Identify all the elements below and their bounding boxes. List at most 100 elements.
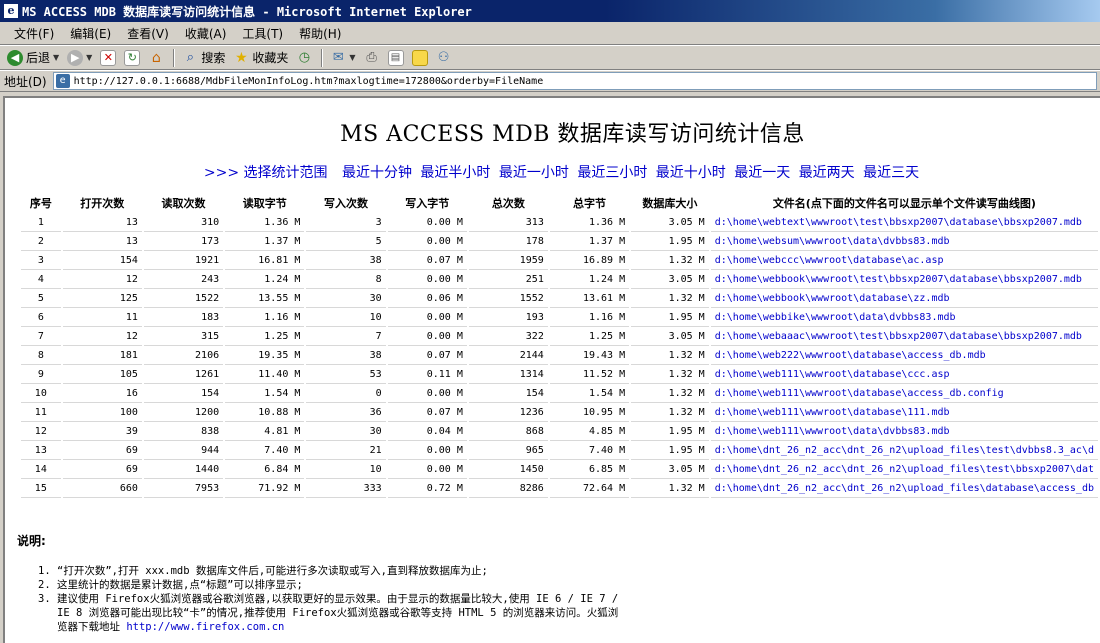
menu-file[interactable]: 文件(F): [6, 25, 62, 42]
cell-filename: d:\home\websum\wwwroot\data\dvbbs83.mdb: [710, 232, 1098, 251]
menu-bar: 文件(F) 编辑(E) 查看(V) 收藏(A) 工具(T) 帮助(H): [0, 22, 1100, 45]
firefox-download-link[interactable]: http://www.firefox.com.cn: [126, 621, 284, 633]
cell-write-count: 30: [306, 422, 386, 441]
note-item: 这里统计的数据是累计数据,点“标题”可以排序显示;: [57, 578, 625, 592]
cell-write-count: 21: [306, 441, 386, 460]
toolbar-separator: [173, 48, 176, 67]
cell-read-bytes: 1.54 M: [225, 384, 305, 403]
history-icon: ◷: [298, 50, 311, 65]
file-link[interactable]: d:\home\webbike\wwwroot\data\dvbbs83.mdb: [715, 312, 956, 323]
cell-total-count: 322: [468, 327, 548, 346]
file-link[interactable]: d:\home\webccc\wwwroot\database\ac.asp: [715, 255, 944, 266]
search-button[interactable]: ⌕ 搜索: [179, 47, 228, 69]
col-header-read-bytes[interactable]: 读取字节: [225, 193, 304, 213]
menu-tools[interactable]: 工具(T): [234, 25, 291, 42]
col-header-total-count[interactable]: 总次数: [469, 193, 548, 213]
table-body: 1 13 310 1.36 M 3 0.00 M 313 1.36 M 3.05 Md:\hom…: [21, 213, 1098, 498]
cell-read-count: 1522: [143, 289, 224, 308]
table-header-row: 序号 打开次数 读取次数 读取字节 写入次数 写入字节 总次数 总字节 数据库大…: [21, 193, 1098, 213]
cell-filename: d:\home\web222\wwwroot\database\access_d…: [710, 346, 1098, 365]
cell-total-bytes: 16.89 M: [549, 251, 630, 270]
cell-open-count: 12: [62, 327, 142, 346]
discuss-button[interactable]: [409, 47, 431, 69]
cell-filename: d:\home\web111\wwwroot\database\111.mdb: [710, 403, 1098, 422]
col-header-total-bytes[interactable]: 总字节: [550, 193, 629, 213]
menu-view[interactable]: 查看(V): [119, 25, 177, 42]
file-link[interactable]: d:\home\webtext\wwwroot\test\bbsxp2007\d…: [715, 217, 1082, 228]
file-link[interactable]: d:\home\web222\wwwroot\database\access_d…: [715, 350, 986, 361]
range-link-10h[interactable]: 最近十小时: [656, 165, 726, 181]
menu-favorites[interactable]: 收藏(A): [177, 25, 235, 42]
file-link[interactable]: d:\home\dnt_26_n2_acc\dnt_26_n2\upload_f…: [715, 445, 1094, 456]
table-row: 10 16 154 1.54 M 0 0.00 M 154 1.54 M 1.32 Md:\ho…: [21, 384, 1098, 403]
back-button[interactable]: ◀ 后退 ▼: [4, 47, 62, 69]
ie-icon: e: [4, 4, 18, 18]
cell-total-bytes: 1.16 M: [549, 308, 630, 327]
cell-write-bytes: 0.11 M: [387, 365, 467, 384]
forward-dropdown-icon[interactable]: ▼: [86, 53, 92, 62]
file-link[interactable]: d:\home\web111\wwwroot\database\111.mdb: [715, 407, 950, 418]
cell-open-count: 16: [62, 384, 142, 403]
forward-arrow-icon: ▶: [67, 49, 84, 66]
print-button[interactable]: ⎙: [361, 47, 383, 69]
range-link-3d[interactable]: 最近三天: [863, 165, 919, 181]
cell-db-size: 1.32 M: [631, 289, 709, 308]
cell-total-bytes: 1.36 M: [549, 213, 630, 232]
cell-seq: 14: [21, 460, 61, 479]
file-link[interactable]: d:\home\webbook\wwwroot\database\zz.mdb: [715, 293, 950, 304]
col-header-read-count[interactable]: 读取次数: [144, 193, 223, 213]
cell-filename: d:\home\dnt_26_n2_acc\dnt_26_n2\upload_f…: [710, 479, 1098, 498]
cell-seq: 12: [21, 422, 61, 441]
file-link[interactable]: d:\home\dnt_26_n2_acc\dnt_26_n2\upload_f…: [715, 464, 1094, 475]
edit-button[interactable]: ▤: [385, 47, 407, 69]
cell-total-bytes: 1.24 M: [549, 270, 630, 289]
cell-open-count: 154: [62, 251, 142, 270]
menu-edit[interactable]: 编辑(E): [62, 25, 119, 42]
stop-button[interactable]: ✕: [97, 47, 119, 69]
address-url[interactable]: http://127.0.0.1:6688/MdbFileMonInfoLog.…: [74, 76, 544, 87]
notes-list: “打开次数”,打开 xxx.mdb 数据库文件后,可能进行多次读取或写入,直到释…: [5, 564, 625, 634]
range-link-10min[interactable]: 最近十分钟: [342, 165, 412, 181]
menu-help[interactable]: 帮助(H): [291, 25, 349, 42]
file-link[interactable]: d:\home\web111\wwwroot\data\dvbbs83.mdb: [715, 426, 950, 437]
cell-total-count: 193: [468, 308, 548, 327]
range-link-1d[interactable]: 最近一天: [734, 165, 790, 181]
range-link-1h[interactable]: 最近一小时: [499, 165, 569, 181]
col-header-open-count[interactable]: 打开次数: [63, 193, 142, 213]
cell-read-count: 7953: [143, 479, 224, 498]
file-link[interactable]: d:\home\webbook\wwwroot\test\bbsxp2007\d…: [715, 274, 1082, 285]
col-header-seq[interactable]: 序号: [21, 193, 61, 213]
col-header-write-bytes[interactable]: 写入字节: [388, 193, 467, 213]
file-link[interactable]: d:\home\web111\wwwroot\database\access_d…: [715, 388, 1004, 399]
col-header-db-size[interactable]: 数据库大小: [631, 193, 709, 213]
file-link[interactable]: d:\home\websum\wwwroot\data\dvbbs83.mdb: [715, 236, 950, 247]
favorites-button[interactable]: ★ 收藏夹: [230, 47, 291, 69]
cell-seq: 9: [21, 365, 61, 384]
range-link-2d[interactable]: 最近两天: [799, 165, 855, 181]
col-header-write-count[interactable]: 写入次数: [306, 193, 385, 213]
cell-db-size: 1.32 M: [631, 251, 709, 270]
address-input[interactable]: e http://127.0.0.1:6688/MdbFileMonInfoLo…: [52, 72, 1097, 90]
home-button[interactable]: ⌂: [145, 47, 167, 69]
cell-db-size: 1.95 M: [631, 232, 709, 251]
mail-dropdown-icon[interactable]: ▼: [349, 53, 355, 62]
file-link[interactable]: d:\home\dnt_26_n2_acc\dnt_26_n2\upload_f…: [715, 483, 1094, 494]
cell-open-count: 13: [62, 213, 142, 232]
cell-write-count: 30: [306, 289, 386, 308]
refresh-icon: ↻: [124, 49, 141, 66]
back-dropdown-icon[interactable]: ▼: [53, 53, 59, 62]
range-link-3h[interactable]: 最近三小时: [577, 165, 647, 181]
range-link-30min[interactable]: 最近半小时: [420, 165, 490, 181]
history-button[interactable]: ◷: [293, 47, 315, 69]
table-row: 6 11 183 1.16 M 10 0.00 M 193 1.16 M 1.95 Md:\ho…: [21, 308, 1098, 327]
refresh-button[interactable]: ↻: [121, 47, 143, 69]
file-link[interactable]: d:\home\webaaac\wwwroot\test\bbsxp2007\d…: [715, 331, 1082, 342]
cell-write-count: 333: [306, 479, 386, 498]
messenger-button[interactable]: ⚇: [433, 47, 455, 69]
col-header-filename[interactable]: 文件名(点下面的文件名可以显示单个文件读写曲线图): [711, 193, 1098, 213]
cell-write-count: 0: [306, 384, 386, 403]
back-label: 后退: [26, 51, 51, 65]
mail-button[interactable]: ✉ ▼: [327, 47, 358, 69]
forward-button[interactable]: ▶ ▼: [64, 47, 95, 69]
file-link[interactable]: d:\home\web111\wwwroot\database\ccc.asp: [715, 369, 950, 380]
